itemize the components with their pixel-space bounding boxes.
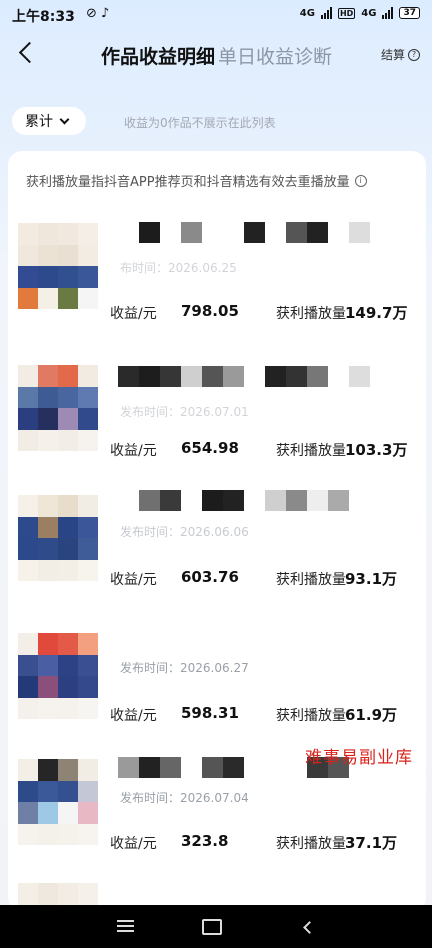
- status-right: 4G HD 4G 37: [300, 7, 420, 19]
- app-screen: 上午8:33 ⊘ ♪ 4G HD 4G 37 作品收益明细 单日收益诊断 结算 …: [0, 0, 432, 905]
- recent-apps-icon[interactable]: [117, 920, 134, 934]
- plays-label: 获利播放量: [276, 836, 346, 852]
- plays-value: 61.9万: [345, 706, 398, 724]
- list-item[interactable]: 发布时间：2026.07.04 收益/元 323.8 获利播放量 37.1万: [8, 751, 426, 871]
- publish-time: 发布时间：2026.07.04: [120, 791, 249, 805]
- filter-note: 收益为0作品不展示在此列表: [124, 116, 276, 130]
- system-nav-bar: [0, 905, 432, 948]
- list-item[interactable]: 发布时间：2026.07.01 收益/元 654.98 获利播放量 103.3万: [8, 347, 426, 467]
- earnings-label: 收益/元: [110, 708, 157, 724]
- info-icon[interactable]: i: [354, 174, 367, 187]
- hd-badge: HD: [337, 7, 356, 19]
- period-label: 累计: [25, 114, 53, 130]
- battery-icon: 37: [399, 7, 420, 19]
- earnings-label: 收益/元: [110, 443, 157, 459]
- earnings-label: 收益/元: [110, 836, 157, 852]
- back-nav-icon[interactable]: [303, 921, 316, 934]
- earnings-value: 798.05: [181, 302, 239, 320]
- list-item[interactable]: 发布时间：2026.06.06 收益/元 603.76 获利播放量 93.1万: [8, 481, 426, 601]
- title-redacted: [118, 366, 370, 387]
- video-thumbnail[interactable]: [18, 365, 98, 451]
- video-thumbnail[interactable]: [18, 883, 98, 905]
- status-time: 上午8:33: [12, 9, 75, 25]
- works-list-card: 获利播放量指抖音APP推荐页和抖音精选有效去重播放量 i 布时间：2026.06…: [8, 151, 426, 905]
- plays-value: 37.1万: [345, 834, 398, 852]
- video-thumbnail[interactable]: [18, 759, 98, 845]
- notification-icons: ⊘ ♪: [86, 6, 110, 21]
- page-header: 作品收益明细 单日收益诊断 结算 ?: [0, 30, 432, 80]
- plays-value: 149.7万: [345, 304, 408, 322]
- list-item[interactable]: 发布时间：2026.06.27 收益/元 598.31 获利播放量 61.9万: [8, 619, 426, 739]
- signal-icon-2: [382, 7, 394, 19]
- page-title: 作品收益明细: [101, 46, 216, 68]
- settlement-label: 结算: [380, 48, 405, 62]
- tab-daily-diagnosis[interactable]: 单日收益诊断: [218, 42, 332, 69]
- plays-label: 获利播放量: [276, 306, 346, 322]
- title-redacted: [118, 490, 349, 511]
- title-redacted: [118, 222, 370, 243]
- earnings-label: 收益/元: [110, 306, 157, 322]
- publish-time: 发布时间：2026.06.06: [120, 525, 249, 539]
- info-line: 获利播放量指抖音APP推荐页和抖音精选有效去重播放量 i: [26, 171, 367, 190]
- signal-icon: [320, 7, 332, 19]
- plays-label: 获利播放量: [276, 443, 346, 459]
- video-thumbnail[interactable]: [18, 633, 98, 719]
- signal-label-1: 4G: [299, 7, 315, 19]
- plays-label: 获利播放量: [276, 572, 346, 588]
- video-thumbnail[interactable]: [18, 223, 98, 309]
- info-text: 获利播放量指抖音APP推荐页和抖音精选有效去重播放量: [26, 175, 350, 190]
- period-dropdown[interactable]: 累计: [12, 107, 86, 135]
- earnings-value: 603.76: [181, 568, 239, 586]
- watermark-text: 难事易副业库: [305, 748, 413, 768]
- plays-label: 获利播放量: [276, 708, 346, 724]
- question-icon: ?: [408, 48, 420, 61]
- earnings-value: 323.8: [181, 832, 229, 850]
- publish-time: 布时间：2026.06.25: [120, 261, 237, 275]
- list-item[interactable]: 布时间：2026.06.25 收益/元 798.05 获利播放量 149.7万: [8, 211, 426, 331]
- earnings-value: 654.98: [181, 439, 239, 457]
- publish-time: 发布时间：2026.07.01: [120, 405, 249, 419]
- home-icon[interactable]: [202, 919, 222, 935]
- status-bar: 上午8:33 ⊘ ♪ 4G HD 4G 37: [0, 0, 432, 30]
- earnings-value: 598.31: [181, 704, 239, 722]
- plays-value: 93.1万: [345, 570, 398, 588]
- earnings-label: 收益/元: [110, 572, 157, 588]
- video-thumbnail[interactable]: [18, 495, 98, 581]
- settlement-button[interactable]: 结算 ?: [381, 46, 420, 63]
- list-item[interactable]: [8, 879, 426, 905]
- publish-time: 发布时间：2026.06.27: [120, 661, 249, 675]
- plays-value: 103.3万: [345, 441, 408, 459]
- chevron-down-icon: [59, 114, 70, 124]
- signal-label-2: 4G: [361, 7, 377, 19]
- back-button[interactable]: [14, 40, 40, 66]
